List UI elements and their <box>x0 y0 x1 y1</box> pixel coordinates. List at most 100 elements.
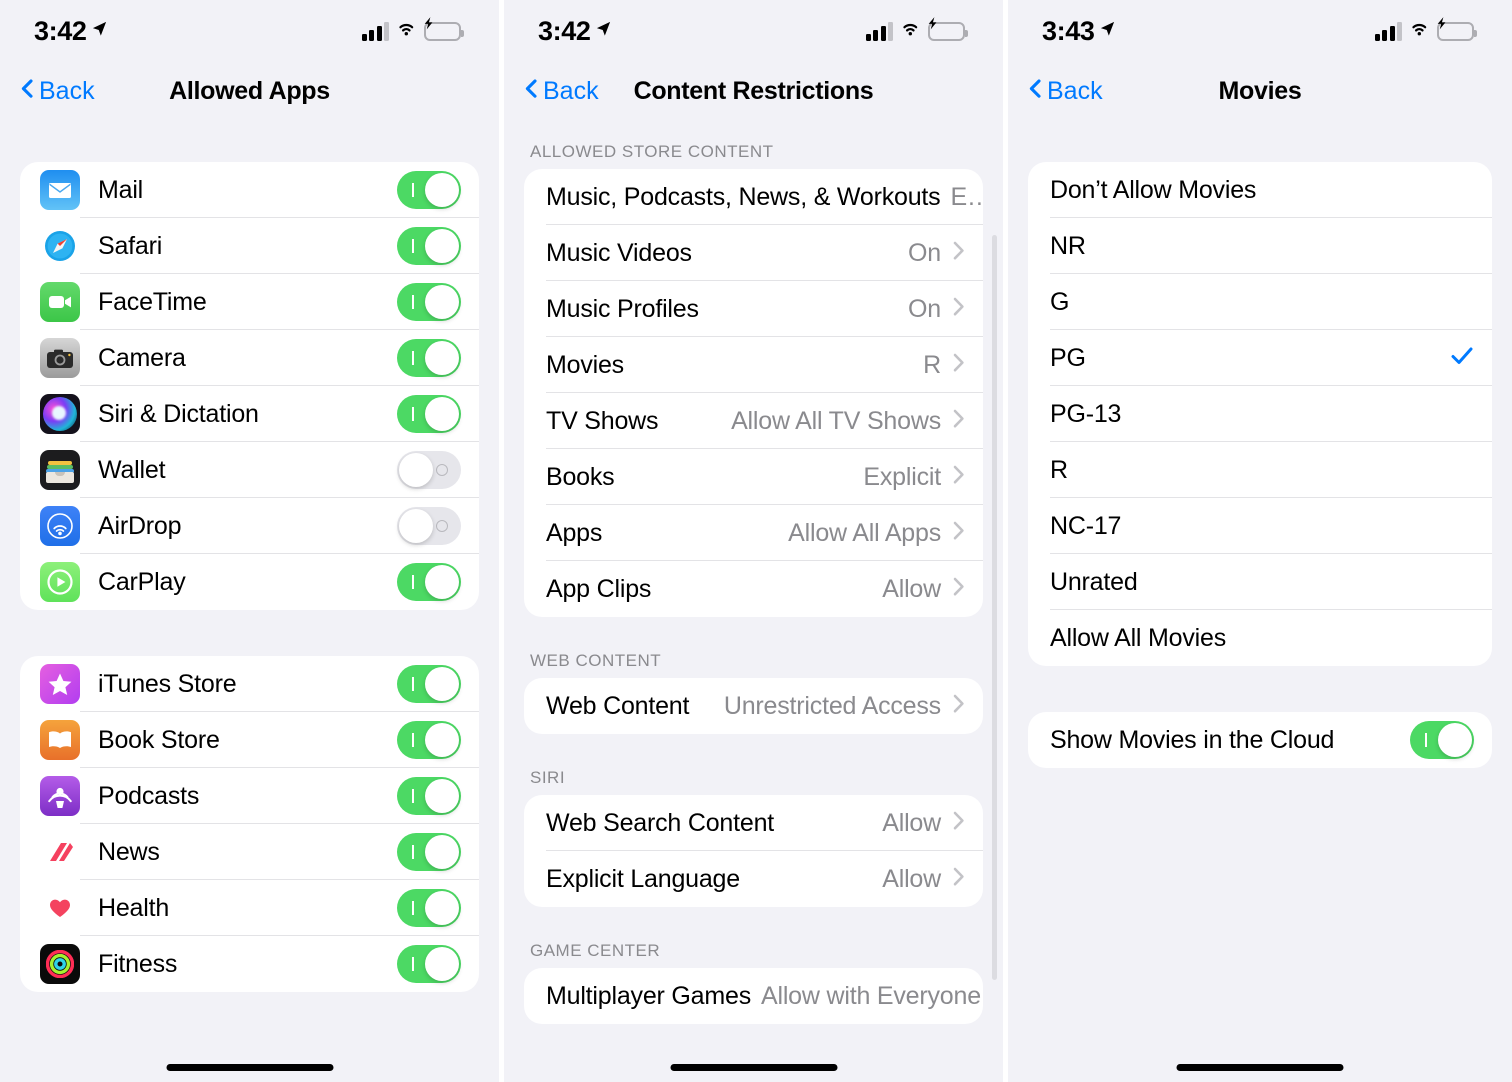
toggle-switch[interactable] <box>397 171 461 209</box>
settings-row[interactable]: Web Search Content Allow <box>524 795 983 851</box>
row-label: Mail <box>98 175 144 204</box>
toggle-switch[interactable] <box>397 395 461 433</box>
row-content: Wallet <box>80 442 479 498</box>
row-label: Siri & Dictation <box>98 399 259 428</box>
toggle-switch[interactable] <box>397 339 461 377</box>
rating-option-row[interactable]: Allow All Movies <box>1028 610 1492 666</box>
home-indicator[interactable] <box>166 1064 333 1071</box>
app-permission-row[interactable]: Siri & Dictation <box>20 386 479 442</box>
row-content: Music Videos On <box>546 225 983 281</box>
app-permission-row[interactable]: Camera <box>20 330 479 386</box>
battery-charging-icon <box>1437 16 1477 41</box>
rating-option-row[interactable]: PG-13 <box>1028 386 1492 442</box>
app-permission-row[interactable]: Wallet <box>20 442 479 498</box>
row-label: PG-13 <box>1050 399 1122 428</box>
row-label: Podcasts <box>98 781 200 810</box>
location-arrow-icon <box>91 20 108 42</box>
app-permission-row[interactable]: CarPlay <box>20 554 479 610</box>
home-indicator[interactable] <box>670 1064 837 1071</box>
row-content: Siri & Dictation <box>80 386 479 442</box>
app-permission-row[interactable]: Safari <box>20 218 479 274</box>
toggle-switch[interactable] <box>397 227 461 265</box>
settings-row[interactable]: Music Videos On <box>524 225 983 281</box>
row-content: Books Explicit <box>546 449 983 505</box>
settings-section: Don’t Allow Movies NR G PG PG-13 R NC-17 Unrate… <box>1008 162 1512 666</box>
app-permission-row[interactable]: Mail <box>20 162 479 218</box>
chevron-right-icon <box>953 409 965 434</box>
app-permission-row[interactable]: Health <box>20 880 479 936</box>
settings-row[interactable]: Web Content Unrestricted Access <box>524 678 983 734</box>
back-button[interactable]: Back <box>1028 76 1103 106</box>
toggle-switch[interactable] <box>397 889 461 927</box>
row-label: News <box>98 837 160 866</box>
nav-bar: Back Allowed Apps <box>0 62 499 120</box>
row-label: R <box>1050 455 1068 484</box>
app-permission-row[interactable]: FaceTime <box>20 274 479 330</box>
row-content: PG-13 <box>1050 386 1492 442</box>
app-permission-row[interactable]: News <box>20 824 479 880</box>
rating-option-row[interactable]: G <box>1028 274 1492 330</box>
toggle-switch[interactable] <box>397 665 461 703</box>
back-button[interactable]: Back <box>20 76 95 106</box>
toggle-switch[interactable] <box>397 721 461 759</box>
rating-option-row[interactable]: Unrated <box>1028 554 1492 610</box>
book-store-app-icon <box>40 720 80 760</box>
settings-row[interactable]: Books Explicit <box>524 449 983 505</box>
rating-option-row[interactable]: R <box>1028 442 1492 498</box>
status-bar: 3:42 <box>0 0 499 62</box>
home-indicator[interactable] <box>1176 1064 1344 1071</box>
settings-row[interactable]: App Clips Allow <box>524 561 983 617</box>
settings-row[interactable]: Show Movies in the Cloud <box>1028 712 1492 768</box>
status-left: 3:42 <box>538 16 612 47</box>
row-label: iTunes Store <box>98 669 237 698</box>
row-content: Multiplayer Games Allow with Everyone <box>546 968 983 1024</box>
toggle-switch[interactable] <box>397 507 461 545</box>
toggle-switch[interactable] <box>397 945 461 983</box>
row-label: Health <box>98 893 170 922</box>
back-button[interactable]: Back <box>524 76 599 106</box>
status-left: 3:42 <box>34 16 108 47</box>
safari-app-icon <box>40 226 80 266</box>
settings-row[interactable]: Explicit Language Allow <box>524 851 983 907</box>
settings-row[interactable]: TV Shows Allow All TV Shows <box>524 393 983 449</box>
phone-screen-3: 3:43 Back Movies Don’t Allow Movies NR G PG PG-… <box>1008 0 1512 1082</box>
section-header: GAME CENTER <box>530 941 661 960</box>
settings-section: ALLOWED STORE CONTENT Music, Podcasts, Ne… <box>504 142 1003 617</box>
rating-option-row[interactable]: Don’t Allow Movies <box>1028 162 1492 218</box>
cellular-bars-icon <box>361 21 389 41</box>
app-permission-row[interactable]: iTunes Store <box>20 656 479 712</box>
toggle-switch[interactable] <box>397 833 461 871</box>
app-permission-row[interactable]: AirDrop <box>20 498 479 554</box>
back-button-label: Back <box>543 76 599 105</box>
app-permission-row[interactable]: Book Store <box>20 712 479 768</box>
row-content: AirDrop <box>80 498 479 554</box>
settings-row[interactable]: Apps Allow All Apps <box>524 505 983 561</box>
row-label: Allow All Movies <box>1050 623 1227 652</box>
app-permission-row[interactable]: Fitness <box>20 936 479 992</box>
row-label: NR <box>1050 231 1086 260</box>
toggle-switch[interactable] <box>397 777 461 815</box>
toggle-switch[interactable] <box>1410 721 1474 759</box>
toggle-state-glyph <box>436 464 448 476</box>
app-permission-row[interactable]: Podcasts <box>20 768 479 824</box>
settings-row[interactable]: Music, Podcasts, News, & Workouts E… <box>524 169 983 225</box>
toggle-switch[interactable] <box>397 283 461 321</box>
vertical-scrollbar[interactable] <box>992 235 997 980</box>
toggle-switch[interactable] <box>397 563 461 601</box>
row-label: Fitness <box>98 949 178 978</box>
row-value: Allow All TV Shows <box>731 406 941 435</box>
row-label: FaceTime <box>98 287 207 316</box>
rating-option-row[interactable]: NC-17 <box>1028 498 1492 554</box>
toggle-state-glyph <box>412 575 414 589</box>
settings-section: iTunes Store Book Store Podcasts News Health… <box>0 656 499 992</box>
settings-row[interactable]: Music Profiles On <box>524 281 983 337</box>
row-content: Mail <box>80 162 479 218</box>
row-content: Fitness <box>80 936 479 992</box>
settings-row[interactable]: Movies R <box>524 337 983 393</box>
rating-option-row[interactable]: PG <box>1028 330 1492 386</box>
toggle-switch[interactable] <box>397 451 461 489</box>
settings-row[interactable]: Multiplayer Games Allow with Everyone <box>524 968 983 1024</box>
rating-option-row[interactable]: NR <box>1028 218 1492 274</box>
status-bar: 3:43 <box>1008 0 1512 62</box>
